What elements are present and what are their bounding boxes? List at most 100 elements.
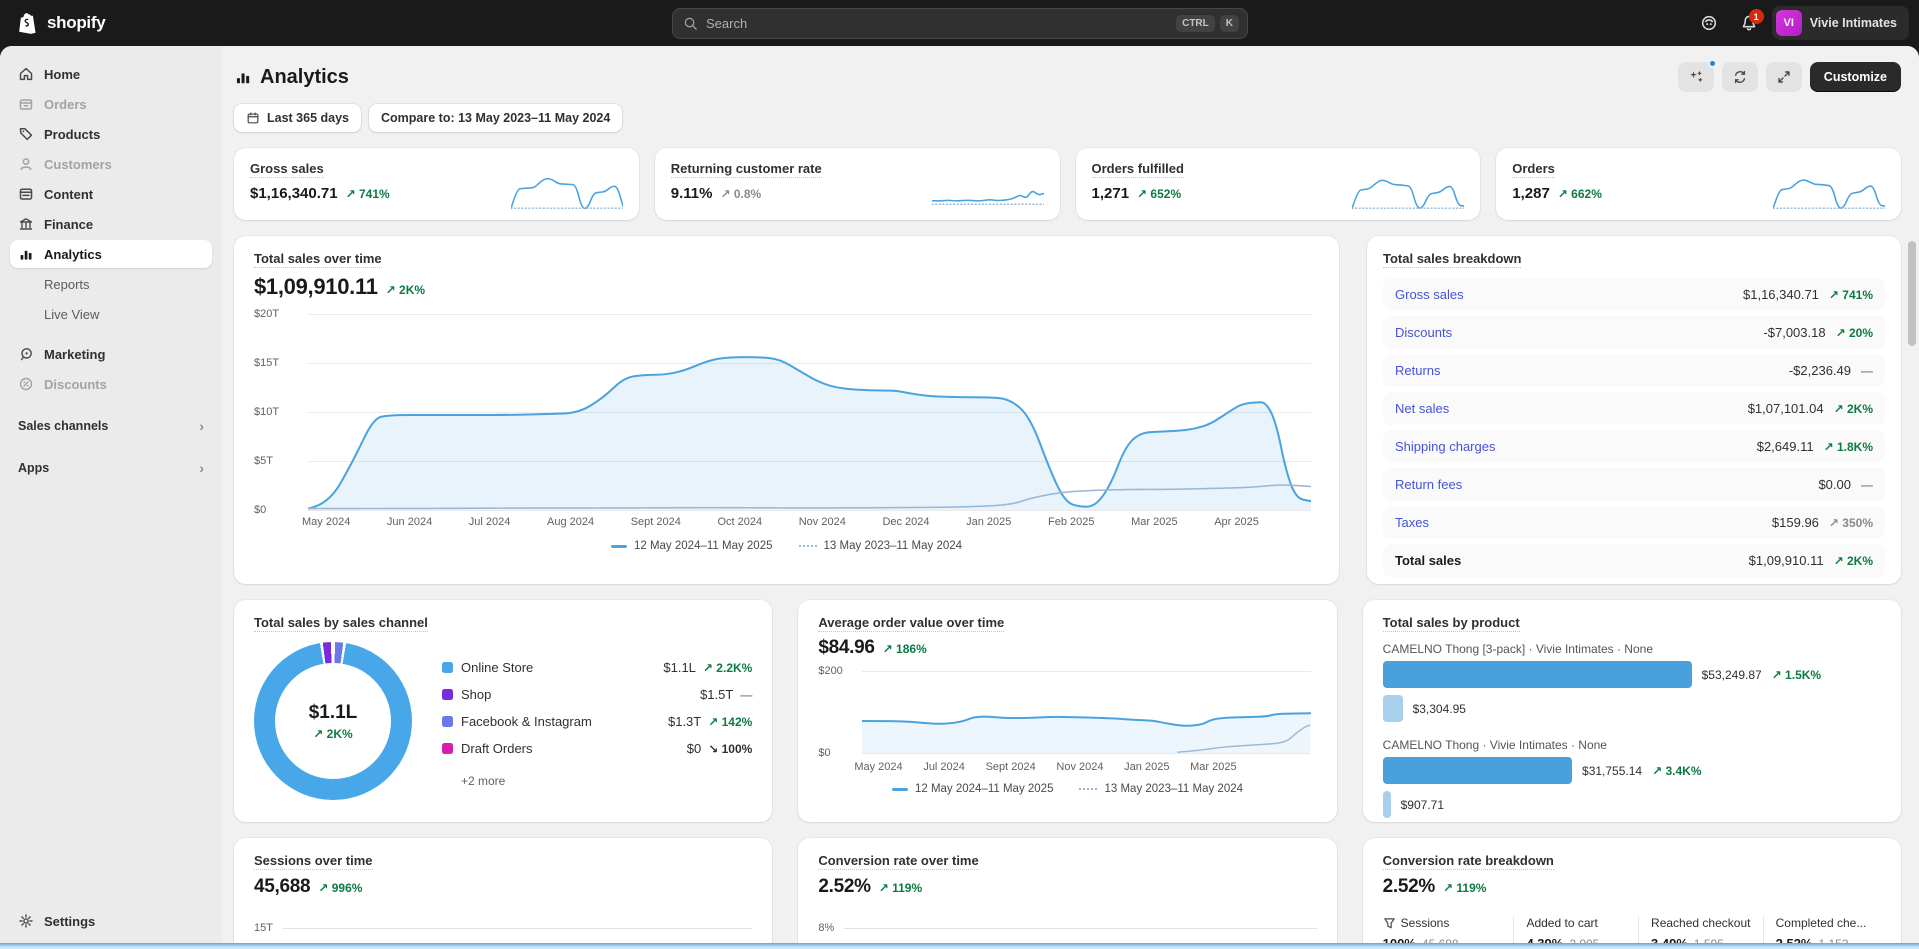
sidebar-section-sales-channels[interactable]: Sales channels › bbox=[10, 412, 212, 440]
breakdown-link[interactable]: Gross sales bbox=[1395, 287, 1464, 302]
store-name: Vivie Intimates bbox=[1809, 16, 1897, 30]
shopify-logo[interactable]: shopify bbox=[18, 11, 106, 35]
breakdown-link[interactable]: Return fees bbox=[1395, 477, 1462, 492]
x-tick: Sept 2024 bbox=[985, 761, 1036, 773]
chevron-right-icon: › bbox=[199, 460, 204, 476]
metric-value: $1,16,340.71 bbox=[250, 185, 338, 202]
sidebar-label: Finance bbox=[44, 216, 94, 232]
orders-icon bbox=[19, 99, 33, 110]
sidebar-item-settings[interactable]: Settings bbox=[10, 907, 212, 935]
x-tick: Mar 2025 bbox=[1190, 761, 1237, 773]
notifications-button[interactable]: 1 bbox=[1732, 7, 1766, 39]
more-channels-link[interactable]: +2 more bbox=[461, 774, 752, 788]
sidebar-item-customers[interactable]: Customers bbox=[10, 150, 212, 178]
sidebar-item-orders[interactable]: Orders bbox=[10, 90, 212, 118]
magic-icon bbox=[1689, 71, 1702, 82]
product-value: $31,755.14 bbox=[1582, 763, 1643, 778]
magic-insights-button[interactable] bbox=[1677, 59, 1717, 92]
sidebar-item-marketing[interactable]: Marketing bbox=[10, 340, 212, 368]
sidebar-item-home[interactable]: Home bbox=[10, 60, 212, 88]
total-sales-over-time-card: Total sales over time $1,09,910.11 ↗ 2K% … bbox=[234, 236, 1339, 584]
metric-delta: ↗ 741% bbox=[345, 187, 390, 201]
breakdown-delta: — bbox=[1861, 363, 1873, 378]
breakdown-value: $2,649.11 bbox=[1756, 439, 1814, 454]
search-input[interactable] bbox=[706, 16, 1172, 31]
metric-card-returning-rate[interactable]: Returning customer rate 9.11% ↗ 0.8% bbox=[654, 148, 1060, 220]
sparkline-chart bbox=[511, 174, 623, 210]
sidebar-label: Settings bbox=[44, 913, 96, 929]
sidebar-item-content[interactable]: Content bbox=[10, 180, 212, 208]
breakdown-value: $1,09,910.11 bbox=[1748, 553, 1824, 568]
sidebar-item-live-view[interactable]: Live View bbox=[10, 300, 212, 328]
metric-card-gross-sales[interactable]: Gross sales $1,16,340.71 ↗ 741% bbox=[234, 148, 639, 220]
product-compare-value: $3,304.95 bbox=[1412, 701, 1466, 716]
sidebar-label: Analytics bbox=[44, 246, 102, 262]
date-range-button[interactable]: Last 365 days bbox=[234, 104, 361, 132]
product-compare-bar[interactable] bbox=[1382, 791, 1391, 818]
legend-label: 12 May 2024–11 May 2025 bbox=[633, 540, 773, 552]
chart-title: Conversion rate breakdown bbox=[1382, 853, 1554, 870]
sidebar-item-products[interactable]: Products bbox=[10, 120, 212, 148]
section-label: Sales channels bbox=[18, 419, 109, 433]
metric-title: Returning customer rate bbox=[670, 161, 822, 178]
customize-button[interactable]: Customize bbox=[1809, 62, 1901, 92]
bottom-edge-strip bbox=[0, 943, 1919, 949]
product-bar[interactable] bbox=[1382, 757, 1573, 784]
chart-value: $1,09,910.11 bbox=[254, 274, 378, 299]
chart-title: Total sales by product bbox=[1382, 615, 1520, 632]
chart-title: Sessions over time bbox=[254, 853, 373, 870]
breakdown-link[interactable]: Net sales bbox=[1395, 401, 1449, 416]
sidebar-item-reports[interactable]: Reports bbox=[10, 270, 212, 298]
sidebar-item-discounts[interactable]: Discounts bbox=[10, 370, 212, 398]
assistant-button[interactable] bbox=[1692, 7, 1726, 39]
breakdown-link[interactable]: Returns bbox=[1395, 363, 1441, 378]
new-indicator-dot bbox=[1707, 59, 1717, 68]
product-compare-value: $907.71 bbox=[1400, 797, 1445, 812]
channel-donut-chart: $1.1L ↗ 2K% bbox=[254, 642, 412, 800]
sidebar-section-apps[interactable]: Apps › bbox=[10, 454, 212, 482]
topbar: shopify CTRL K 1 VI Vivie Intimates bbox=[0, 0, 1919, 46]
breakdown-value: -$7,003.18 bbox=[1763, 325, 1826, 340]
metric-title: Orders bbox=[1512, 161, 1555, 178]
metric-card-orders[interactable]: Orders 1,287 ↗ 662% bbox=[1496, 148, 1901, 220]
product-bar[interactable] bbox=[1382, 661, 1692, 688]
y-tick: 8% bbox=[818, 922, 835, 934]
total-sales-chart: $20T $15T $10T $5T $0 bbox=[254, 308, 1311, 516]
section-label: Apps bbox=[18, 461, 50, 475]
compare-button[interactable]: Compare to: 13 May 2023–11 May 2024 bbox=[369, 104, 623, 132]
sidebar-label: Marketing bbox=[44, 346, 106, 362]
breakdown-value: $0.00 bbox=[1818, 477, 1851, 492]
metric-card-orders-fulfilled[interactable]: Orders fulfilled 1,271 ↗ 652% bbox=[1075, 148, 1481, 220]
conversion-breakdown-card: Conversion rate breakdown 2.52% ↗ 119% Se… bbox=[1362, 838, 1901, 949]
breakdown-row-total: Total sales $1,09,910.11 ↗ 2K% bbox=[1383, 544, 1885, 577]
sidebar-label: Customers bbox=[44, 156, 112, 172]
marketing-icon bbox=[20, 348, 32, 361]
x-tick: Mar 2025 bbox=[1131, 516, 1178, 528]
legend-swatch bbox=[442, 743, 453, 754]
vertical-scrollbar[interactable] bbox=[1908, 241, 1916, 346]
x-tick: Apr 2025 bbox=[1214, 516, 1259, 528]
sidebar-label: Live View bbox=[44, 306, 100, 322]
search-icon bbox=[684, 17, 697, 30]
product-bar-group: CAMELNO Thong · Vivie Intimates · None $… bbox=[1382, 738, 1881, 818]
store-menu[interactable]: VI Vivie Intimates bbox=[1771, 6, 1909, 40]
breakdown-link[interactable]: Shipping charges bbox=[1395, 439, 1495, 454]
channel-legend-row: Online Store $1.1L ↗ 2.2K% bbox=[442, 654, 752, 681]
product-compare-bar[interactable] bbox=[1382, 695, 1403, 722]
sessions-chart: 15T bbox=[254, 922, 753, 934]
breakdown-delta: — bbox=[1861, 477, 1873, 492]
legend-dotted-swatch bbox=[1079, 788, 1098, 790]
chart-title: Total sales by sales channel bbox=[254, 615, 428, 632]
fullscreen-button[interactable] bbox=[1765, 62, 1802, 92]
breakdown-link[interactable]: Discounts bbox=[1395, 325, 1452, 340]
breakdown-link[interactable]: Taxes bbox=[1395, 515, 1429, 530]
sidebar-item-analytics[interactable]: Analytics bbox=[10, 240, 212, 268]
refresh-button[interactable] bbox=[1721, 62, 1758, 92]
main-content: Analytics Customize Last 365 days Compar… bbox=[222, 46, 1919, 949]
metric-value: 9.11% bbox=[670, 185, 713, 202]
chart-value: $84.96 bbox=[818, 637, 875, 658]
donut-center-delta: ↗ 2K% bbox=[313, 726, 353, 741]
global-search[interactable]: CTRL K bbox=[672, 8, 1248, 39]
app-surface: Home Orders Products Customers Content F… bbox=[0, 46, 1919, 949]
sidebar-item-finance[interactable]: Finance bbox=[10, 210, 212, 238]
